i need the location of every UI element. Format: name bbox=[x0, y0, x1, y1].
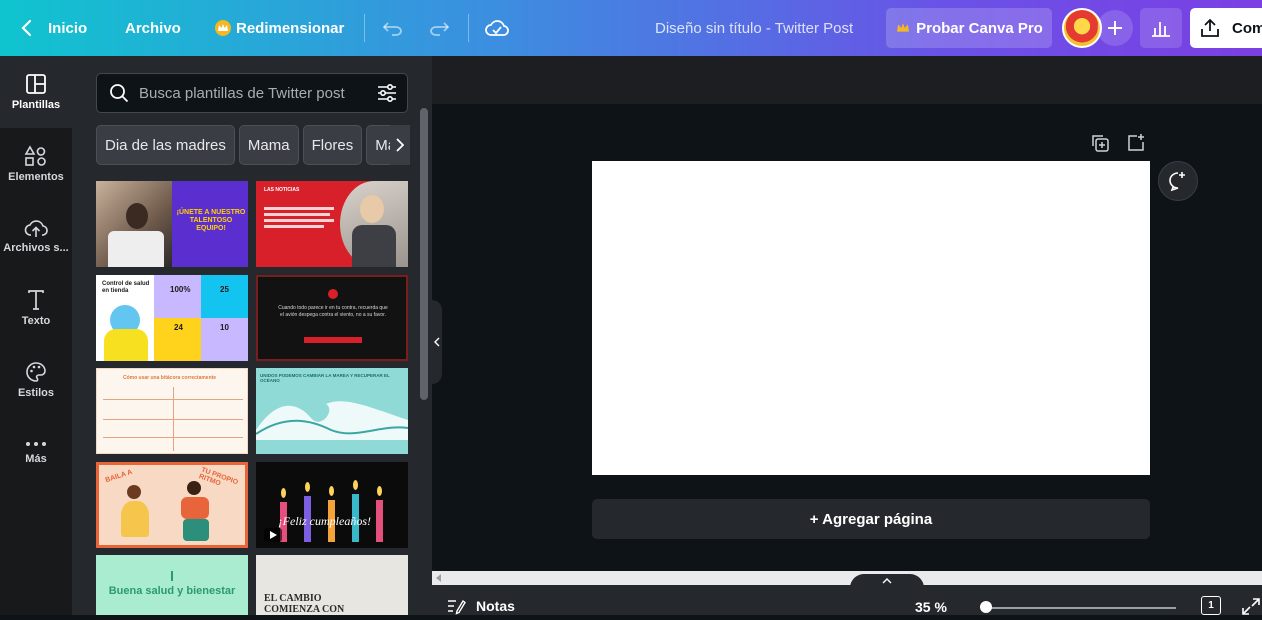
template-thumbnail[interactable]: BAILA A TU PROPIO RITMO bbox=[96, 462, 248, 548]
duplicate-icon bbox=[1092, 135, 1109, 152]
notes-button[interactable]: Notas bbox=[446, 597, 515, 615]
comment-plus-icon bbox=[1169, 172, 1185, 192]
chevron-up-icon bbox=[882, 578, 892, 584]
layout-icon bbox=[26, 74, 46, 94]
redo-button[interactable] bbox=[428, 0, 450, 56]
chip-mama[interactable]: Mama bbox=[238, 125, 299, 165]
template-text-right: TU PROPIO RITMO bbox=[197, 466, 239, 488]
collapse-panel-button[interactable] bbox=[432, 300, 442, 384]
chips-next-button[interactable] bbox=[390, 125, 410, 165]
filter-sliders-icon[interactable] bbox=[377, 83, 397, 103]
horizontal-scrollbar[interactable] bbox=[432, 571, 1262, 585]
document-title[interactable]: Diseño sin título - Twitter Post bbox=[655, 0, 853, 56]
chevron-right-icon bbox=[396, 138, 404, 152]
chevron-left-icon bbox=[21, 19, 32, 37]
zoom-slider-handle[interactable] bbox=[980, 601, 992, 613]
palette-icon bbox=[26, 362, 46, 382]
try-pro-button[interactable]: Probar Canva Pro bbox=[886, 8, 1052, 48]
rail-item-templates[interactable]: Plantillas bbox=[0, 56, 72, 128]
expand-icon bbox=[1242, 598, 1260, 615]
resize-label: Redimensionar bbox=[236, 19, 345, 37]
file-menu[interactable]: Archivo bbox=[125, 0, 181, 56]
redo-icon bbox=[430, 22, 450, 36]
insights-button[interactable] bbox=[1140, 8, 1182, 48]
add-comment-button[interactable] bbox=[1158, 161, 1198, 201]
file-label: Archivo bbox=[125, 19, 181, 37]
play-icon bbox=[270, 531, 277, 539]
avatar[interactable] bbox=[1062, 8, 1102, 48]
save-status-button[interactable] bbox=[485, 0, 509, 56]
bottom-bar bbox=[432, 585, 1262, 615]
rail-item-more[interactable]: Más bbox=[0, 416, 72, 488]
scroll-left-icon bbox=[436, 574, 441, 582]
shapes-icon bbox=[24, 145, 46, 166]
rail-item-uploads[interactable]: Archivos s... bbox=[0, 200, 72, 272]
duplicate-page-button[interactable] bbox=[1090, 133, 1110, 158]
template-thumbnail[interactable]: ¡ÚNETE A NUESTRO TALENTOSO EQUIPO! bbox=[96, 181, 248, 267]
text-icon bbox=[28, 290, 44, 310]
crown-icon bbox=[895, 20, 911, 36]
undo-icon bbox=[382, 22, 402, 36]
share-button[interactable]: Com bbox=[1190, 8, 1262, 48]
invite-button[interactable] bbox=[1097, 10, 1133, 46]
crown-icon bbox=[215, 20, 231, 36]
divider bbox=[364, 14, 365, 42]
template-thumbnail[interactable]: EL CAMBIO COMIENZA CON bbox=[256, 555, 408, 615]
page-count-button[interactable]: 1 bbox=[1201, 596, 1221, 615]
plus-icon bbox=[1108, 21, 1122, 35]
search-icon bbox=[110, 84, 129, 103]
wave-illustration bbox=[256, 401, 408, 440]
home-button[interactable]: Inicio bbox=[20, 0, 87, 56]
context-toolbar bbox=[432, 56, 1262, 104]
search-input[interactable] bbox=[139, 84, 364, 102]
template-text-left: BAILA A bbox=[104, 468, 134, 485]
notes-icon bbox=[448, 599, 466, 615]
chip-mothers-day[interactable]: Dia de las madres bbox=[96, 125, 235, 165]
video-badge bbox=[264, 528, 282, 542]
page-drawer-handle[interactable] bbox=[850, 574, 924, 588]
fullscreen-button[interactable] bbox=[1242, 598, 1260, 620]
design-page[interactable] bbox=[592, 161, 1150, 475]
cloud-check-icon bbox=[485, 20, 509, 36]
more-dots-icon bbox=[26, 442, 46, 446]
rail-item-styles[interactable]: Estilos bbox=[0, 344, 72, 416]
undo-button[interactable] bbox=[382, 0, 404, 56]
zoom-level: 35 % bbox=[915, 599, 947, 615]
zoom-slider-track[interactable] bbox=[986, 607, 1176, 609]
template-thumbnail[interactable]: ¡Feliz cumpleaños! bbox=[256, 462, 408, 548]
template-search[interactable] bbox=[96, 73, 408, 113]
upload-icon bbox=[1201, 18, 1219, 37]
add-page-icon-button[interactable] bbox=[1126, 133, 1146, 158]
category-chips: Dia de las madres Mama Flores Mar bbox=[96, 125, 408, 165]
cloud-upload-icon bbox=[24, 220, 48, 237]
panel-scrollbar[interactable] bbox=[420, 108, 428, 400]
add-page-icon bbox=[1128, 134, 1144, 151]
template-thumbnail[interactable]: Buena salud y bienestar bbox=[96, 555, 248, 615]
resize-button[interactable]: Redimensionar bbox=[215, 0, 344, 56]
chip-flores[interactable]: Flores bbox=[302, 125, 363, 165]
template-thumbnail[interactable]: Cómo usar una bitácora correctamente bbox=[96, 368, 248, 454]
bar-chart-icon bbox=[1152, 22, 1170, 37]
rail-item-elements[interactable]: Elementos bbox=[0, 128, 72, 200]
template-thumbnail[interactable]: Cuando todo parece ir en tu contra, recu… bbox=[256, 275, 408, 361]
divider bbox=[468, 14, 469, 42]
home-label: Inicio bbox=[48, 19, 88, 37]
template-thumbnail[interactable]: Control de salud en tienda 100% 25 24 10 bbox=[96, 275, 248, 361]
template-thumbnail[interactable]: LAS NOTICIAS bbox=[256, 181, 408, 267]
add-page-button[interactable]: + Agregar página bbox=[592, 499, 1150, 539]
rail-item-text[interactable]: Texto bbox=[0, 272, 72, 344]
chevron-left-icon bbox=[434, 337, 440, 347]
template-thumbnail[interactable]: UNIDOS PODEMOS CAMBIAR LA MAREA Y RECUPE… bbox=[256, 368, 408, 454]
